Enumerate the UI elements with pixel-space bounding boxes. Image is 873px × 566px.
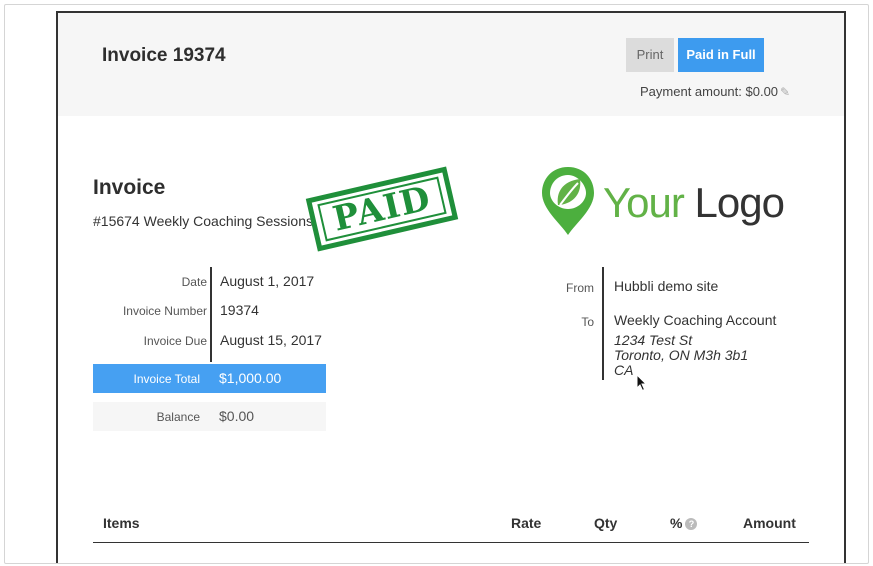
- column-rate: Rate: [511, 515, 542, 531]
- logo-word-your: Your: [603, 179, 685, 226]
- meta-label: Date: [181, 275, 207, 289]
- column-items: Items: [103, 515, 140, 531]
- to-label: To: [581, 315, 594, 329]
- column-percent-label: %: [670, 515, 683, 531]
- address-divider: [602, 267, 604, 380]
- company-logo: Your Logo: [540, 165, 800, 235]
- meta-value: August 1, 2017: [220, 273, 315, 289]
- mouse-cursor-icon: [636, 374, 648, 392]
- leaf-pin-icon: [542, 167, 594, 235]
- to-address-line3: CA: [614, 362, 634, 378]
- balance-row: Balance $0.00: [93, 402, 326, 431]
- meta-value: August 15, 2017: [220, 332, 322, 348]
- from-value: Hubbli demo site: [614, 278, 719, 294]
- items-table-header: Items Rate Qty %? Amount: [93, 511, 809, 543]
- balance-label: Balance: [156, 410, 200, 424]
- logo-text: Your Logo: [603, 179, 785, 227]
- payment-amount-text: Payment amount: $0.00: [640, 84, 779, 99]
- page-title: Invoice 19374: [102, 45, 226, 66]
- invoice-panel: Invoice 19374 Print Paid in Full Payment…: [56, 11, 846, 563]
- print-button[interactable]: Print: [626, 38, 674, 72]
- invoice-total-label: Invoice Total: [133, 372, 201, 386]
- invoice-total-row: Invoice Total $1,000.00: [93, 364, 326, 393]
- paid-stamp-inner: PAID: [317, 176, 447, 242]
- meta-label: Invoice Number: [122, 304, 207, 318]
- meta-value: 19374: [220, 302, 259, 318]
- meta-row-date: Date August 1, 2017: [93, 267, 333, 297]
- column-percent: %?: [670, 515, 698, 531]
- window-frame: Invoice 19374 Print Paid in Full Payment…: [4, 4, 869, 564]
- invoice-heading: Invoice: [93, 176, 166, 199]
- column-qty: Qty: [594, 515, 618, 531]
- balance-value: $0.00: [219, 408, 255, 424]
- invoice-subtitle: #15674 Weekly Coaching Sessions: [93, 213, 313, 229]
- paid-in-full-button[interactable]: Paid in Full: [678, 38, 764, 72]
- help-icon[interactable]: ?: [685, 518, 698, 531]
- payment-amount: Payment amount: $0.00 ✎: [640, 84, 790, 99]
- to-address-line1: 1234 Test St: [614, 332, 693, 348]
- address-block: From Hubbli demo site To Weekly Coaching…: [538, 267, 838, 382]
- meta-row-invoice-due: Invoice Due August 15, 2017: [93, 326, 333, 356]
- meta-label: Invoice Due: [143, 334, 207, 348]
- from-label: From: [566, 281, 594, 295]
- logo-word-logo: Logo: [694, 179, 785, 226]
- pencil-icon[interactable]: ✎: [780, 85, 790, 99]
- meta-row-invoice-number: Invoice Number 19374: [93, 296, 333, 326]
- invoice-total-value: $1,000.00: [219, 370, 282, 386]
- paid-stamp-text: PAID: [329, 178, 435, 240]
- invoice-header: Invoice 19374 Print Paid in Full Payment…: [58, 13, 844, 116]
- to-name: Weekly Coaching Account: [614, 312, 777, 328]
- to-address-line2: Toronto, ON M3h 3b1: [614, 347, 749, 363]
- column-amount: Amount: [743, 515, 796, 531]
- paid-stamp: PAID: [305, 166, 459, 252]
